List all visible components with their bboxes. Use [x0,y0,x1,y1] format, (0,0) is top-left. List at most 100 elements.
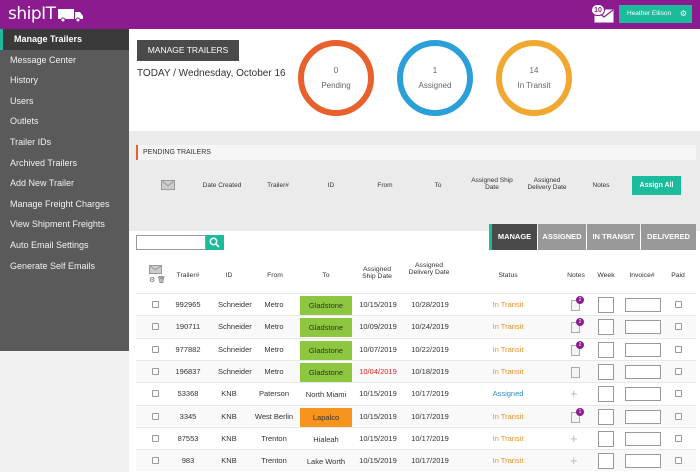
sidebar-item-manage-freight-charges[interactable]: Manage Freight Charges [0,194,129,215]
week-input[interactable] [598,386,614,402]
status-text[interactable]: In Transit [484,339,532,361]
trailer-id: Schneider [218,300,252,309]
envelope-icon[interactable] [149,265,162,274]
status-text[interactable]: In Transit [484,406,532,428]
in-transit-count: 14 [529,66,539,75]
week-input[interactable] [598,409,614,425]
trailer-id: Schneider [218,322,252,331]
status-text[interactable]: In Transit [484,294,532,316]
paid-checkbox[interactable] [675,346,682,353]
status-text[interactable]: In Transit [484,450,532,472]
row-select-checkbox[interactable] [152,457,159,464]
trailer-number: 977882 [175,345,201,354]
row-select-checkbox[interactable] [152,435,159,442]
week-input[interactable] [598,297,614,313]
tab-delivered[interactable]: DELIVERED [641,224,696,250]
paid-checkbox[interactable] [675,457,682,464]
ship-date: 10/15/2019 [359,300,397,309]
ship-date: 10/07/2019 [359,345,397,354]
add-note-icon[interactable]: + [570,454,578,467]
add-note-icon[interactable]: + [570,432,578,445]
sidebar-item-view-shipment-freights[interactable]: View Shipment Freights [0,214,129,235]
week-input[interactable] [598,342,614,358]
sidebar-item-outlets[interactable]: Outlets [0,111,129,132]
sidebar-item-users[interactable]: Users [0,91,129,112]
to-location: Gladstone [300,341,352,360]
trailer-id: KNB [221,389,237,398]
invoice-input[interactable] [625,432,661,446]
settings-icon[interactable]: ⚙ [149,276,155,284]
sidebar-item-history[interactable]: History [0,70,129,91]
sidebar: Manage Trailers Message Center History User… [0,29,129,351]
to-location: Lake Worth [306,457,346,466]
row-select-checkbox[interactable] [152,323,159,330]
pending-col-delivery-date: Assigned Delivery Date [527,177,567,191]
envelope-icon[interactable] [161,180,175,190]
note-icon[interactable] [571,367,580,378]
paid-checkbox[interactable] [675,413,682,420]
paid-checkbox[interactable] [675,390,682,397]
search-input[interactable] [136,235,206,250]
paid-checkbox[interactable] [675,368,682,375]
in-transit-stat[interactable]: 14 In Transit [496,40,572,116]
col-id: ID [225,272,233,279]
week-input[interactable] [598,319,614,335]
sidebar-item-auto-email-settings[interactable]: Auto Email Settings [0,235,129,256]
tab-manage[interactable]: MANAGE [489,224,537,250]
row-select-checkbox[interactable] [152,413,159,420]
col-week: Week [597,272,615,279]
search-button[interactable] [206,235,224,250]
row-select-checkbox[interactable] [152,368,159,375]
assigned-stat[interactable]: 1 Assigned [397,40,473,116]
pending-stat[interactable]: 0 Pending [298,40,374,116]
row-select-checkbox[interactable] [152,390,159,397]
invoice-input[interactable] [625,343,661,357]
user-menu-button[interactable]: Heather Ellison ⚙ [619,5,692,23]
from-location: Metro [264,300,284,309]
sidebar-item-add-new-trailer[interactable]: Add New Trailer [0,173,129,194]
manage-trailers-button[interactable]: MANAGE TRAILERS [137,40,239,61]
row-select-checkbox[interactable] [152,346,159,353]
status-text[interactable]: In Transit [484,428,532,450]
week-input[interactable] [598,431,614,447]
paid-checkbox[interactable] [675,301,682,308]
trailer-id: KNB [221,456,237,465]
delivery-date: 10/17/2019 [411,412,449,421]
in-transit-label: In Transit [517,81,551,90]
week-input[interactable] [598,453,614,469]
tab-assigned[interactable]: ASSIGNED [538,224,586,250]
table-row: 992965 Schneider Metro Gladstone 10/15/2019 1… [136,293,696,315]
invoice-input[interactable] [625,410,661,424]
invoice-input[interactable] [625,387,661,401]
trash-icon[interactable]: 🗑 [157,276,166,284]
invoice-input[interactable] [625,320,661,334]
paid-checkbox[interactable] [675,435,682,442]
add-note-icon[interactable]: + [570,387,578,400]
sidebar-item-trailer-ids[interactable]: Trailer IDs [0,132,129,153]
to-location: Gladstone [300,296,352,315]
invoice-input[interactable] [625,454,661,468]
note-count-badge: 2 [576,296,584,304]
assign-all-button[interactable]: Assign All [632,176,681,195]
sidebar-item-manage-trailers[interactable]: Manage Trailers [0,29,129,50]
trailer-id: KNB [221,434,237,443]
from-location: Metro [264,367,284,376]
col-trailer: Trailer# [176,272,200,279]
sidebar-item-message-center[interactable]: Message Center [0,50,129,71]
trailer-number: 983 [181,456,195,465]
sidebar-item-archived-trailers[interactable]: Archived Trailers [0,153,129,174]
status-text[interactable]: Assigned [484,383,532,405]
paid-checkbox[interactable] [675,323,682,330]
week-input[interactable] [598,364,614,380]
invoice-input[interactable] [625,298,661,312]
status-text[interactable]: In Transit [484,316,532,338]
to-location: Gladstone [300,363,352,382]
app-logo[interactable]: shipIT [8,4,56,24]
tab-in-transit[interactable]: IN TRANSIT [587,224,640,250]
invoice-input[interactable] [625,365,661,379]
col-from: From [267,272,283,279]
row-select-checkbox[interactable] [152,301,159,308]
trailer-number: 190711 [175,322,201,331]
sidebar-item-generate-self-emails[interactable]: Generate Self Emails [0,256,129,277]
status-text[interactable]: In Transit [484,361,532,383]
